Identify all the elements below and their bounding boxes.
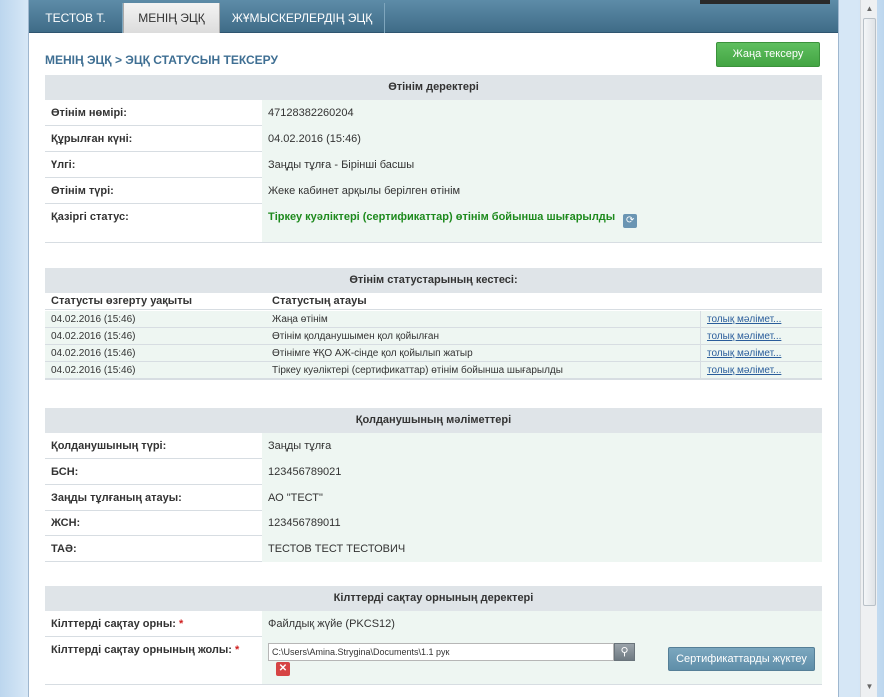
field-value: 123456789021 xyxy=(262,459,822,485)
column-divider xyxy=(700,362,701,379)
field-label: Өтінім түрі: xyxy=(51,185,114,197)
field-value: АО "ТЕСТ" xyxy=(262,485,822,511)
table-row: 04.02.2016 (15:46) Тіркеу куәліктері (се… xyxy=(45,362,822,379)
application-row: Үлгі: Заңды тұлға - Бірінші басшы xyxy=(45,152,822,178)
field-label: Үлгі: xyxy=(51,159,76,171)
keystore-location-label: Кілттерді сақтау орны: xyxy=(51,618,176,630)
application-row: Өтінім түрі: Жеке кабинет арқылы берілге… xyxy=(45,178,822,204)
application-section-title: Өтінім деректері xyxy=(45,75,822,100)
field-value: Жеке кабинет арқылы берілген өтінім xyxy=(262,178,822,204)
field-value: ТЕСТОВ ТЕСТ ТЕСТОВИЧ xyxy=(262,536,822,562)
user-row: ТАӘ: ТЕСТОВ ТЕСТ ТЕСТОВИЧ xyxy=(45,536,822,562)
field-label: Кілттерді сақтау орны: * xyxy=(51,611,261,637)
delete-icon[interactable]: ✕ xyxy=(276,662,290,676)
history-table-header: Статусты өзгерту уақыты Статустың атауы xyxy=(45,293,822,310)
field-label: Кілттерді сақтау орнының жолы: * xyxy=(51,637,261,663)
breadcrumb: МЕНІҢ ЭЦҚ > ЭЦҚ СТАТУСЫН ТЕКСЕРУ xyxy=(45,53,278,67)
scroll-thumb[interactable] xyxy=(863,18,876,606)
status-name: Өтінімге ҰҚО АЖ-сінде қол қойылып жатыр xyxy=(272,348,473,359)
required-mark: * xyxy=(235,644,240,656)
details-link[interactable]: толық мәлімет... xyxy=(707,365,781,376)
details-link[interactable]: толық мәлімет... xyxy=(707,331,781,342)
column-header-status: Статустың атауы xyxy=(272,295,367,307)
field-label: БСН: xyxy=(51,466,79,478)
status-time: 04.02.2016 (15:46) xyxy=(51,331,136,342)
field-label: ЖСН: xyxy=(51,517,81,529)
column-divider xyxy=(700,311,701,328)
user-row: ЖСН: 123456789011 xyxy=(45,510,822,536)
keystore-location-row: Кілттерді сақтау орны: * Файлдық жүйе (P… xyxy=(45,611,822,637)
application-row: Құрылған күні: 04.02.2016 (15:46) xyxy=(45,126,822,152)
field-value: 123456789011 xyxy=(262,510,822,536)
field-value: Заңды тұлға xyxy=(262,433,822,459)
field-label: Өтінім нөмірі: xyxy=(51,107,127,119)
field-label: Заңды тұлғаның атауы: xyxy=(51,492,182,504)
keystore-path-input[interactable]: C:\Users\Amina.Strygina\Documents\1.1 ру… xyxy=(268,643,614,661)
vertical-scrollbar[interactable]: ▲ ▼ xyxy=(860,0,877,697)
refresh-icon[interactable]: ⟳ xyxy=(623,214,638,228)
status-name: Жаңа өтінім xyxy=(272,314,328,325)
tab-employees-eds[interactable]: ЖҰМЫСКЕРЛЕРДІҢ ЭЦҚ xyxy=(220,3,385,33)
top-nav: ТЕСТОВ Т. МЕНІҢ ЭЦҚ ЖҰМЫСКЕРЛЕРДІҢ ЭЦҚ xyxy=(29,0,838,33)
load-certificates-button[interactable]: Сертификаттарды жүктеу xyxy=(668,647,815,671)
field-label: Қазіргі статус: xyxy=(51,211,129,223)
field-label: ТАӘ: xyxy=(51,543,77,555)
table-row: 04.02.2016 (15:46) Өтінімге ҰҚО АЖ-сінде… xyxy=(45,345,822,362)
table-row: 04.02.2016 (15:46) Өтінім қолданушымен қ… xyxy=(45,328,822,345)
column-divider xyxy=(700,345,701,362)
keystore-section-title: Кілттерді сақтау орнының деректері xyxy=(45,586,822,611)
table-bottom-border xyxy=(45,378,822,380)
column-header-time: Статусты өзгерту уақыты xyxy=(51,295,192,307)
status-time: 04.02.2016 (15:46) xyxy=(51,314,136,325)
details-link[interactable]: толық мәлімет... xyxy=(707,314,781,325)
new-check-button[interactable]: Жаңа тексеру xyxy=(716,42,820,67)
status-name: Тіркеу куәліктері (сертификаттар) өтінім… xyxy=(272,365,563,376)
current-status-value: Тіркеу куәліктері (сертификаттар) өтінім… xyxy=(262,204,822,242)
scroll-up-icon[interactable]: ▲ xyxy=(863,2,876,16)
user-row: БСН: 123456789021 xyxy=(45,459,822,485)
field-value: 04.02.2016 (15:46) xyxy=(262,126,822,152)
user-row: Заңды тұлғаның атауы: АО "ТЕСТ" xyxy=(45,485,822,511)
status-text: Тіркеу куәліктері (сертификаттар) өтінім… xyxy=(268,211,616,223)
field-label: Қолданушының түрі: xyxy=(51,440,167,452)
user-section-title: Қолданушының мәліметтері xyxy=(45,408,822,433)
tab-my-eds[interactable]: МЕНІҢ ЭЦҚ xyxy=(123,3,220,33)
field-value: 47128382260204 xyxy=(262,100,822,126)
field-label: Құрылған күні: xyxy=(51,133,133,145)
status-time: 04.02.2016 (15:46) xyxy=(51,365,136,376)
current-status-row: Қазіргі статус: Тіркеу куәліктері (серти… xyxy=(45,204,822,243)
keystore-location-value: Файлдық жүйе (PKCS12) xyxy=(262,611,822,637)
search-icon[interactable]: ⚲ xyxy=(614,643,635,661)
header-banner-edge xyxy=(700,0,830,4)
column-divider xyxy=(700,328,701,345)
scroll-down-icon[interactable]: ▼ xyxy=(863,680,876,694)
required-mark: * xyxy=(178,618,184,630)
status-name: Өтінім қолданушымен қол қойылған xyxy=(272,331,440,342)
main-content: ТЕСТОВ Т. МЕНІҢ ЭЦҚ ЖҰМЫСКЕРЛЕРДІҢ ЭЦҚ М… xyxy=(28,0,839,697)
tab-profile[interactable]: ТЕСТОВ Т. xyxy=(29,3,123,33)
table-row: 04.02.2016 (15:46) Жаңа өтінім толық мәл… xyxy=(45,311,822,328)
field-value: Заңды тұлға - Бірінші басшы xyxy=(262,152,822,178)
application-row: Өтінім нөмірі: 47128382260204 xyxy=(45,100,822,126)
keystore-path-label: Кілттерді сақтау орнының жолы: xyxy=(51,644,232,656)
history-section-title: Өтінім статустарының кестесі: xyxy=(45,268,822,293)
status-time: 04.02.2016 (15:46) xyxy=(51,348,136,359)
details-link[interactable]: толық мәлімет... xyxy=(707,348,781,359)
user-row: Қолданушының түрі: Заңды тұлға xyxy=(45,433,822,459)
